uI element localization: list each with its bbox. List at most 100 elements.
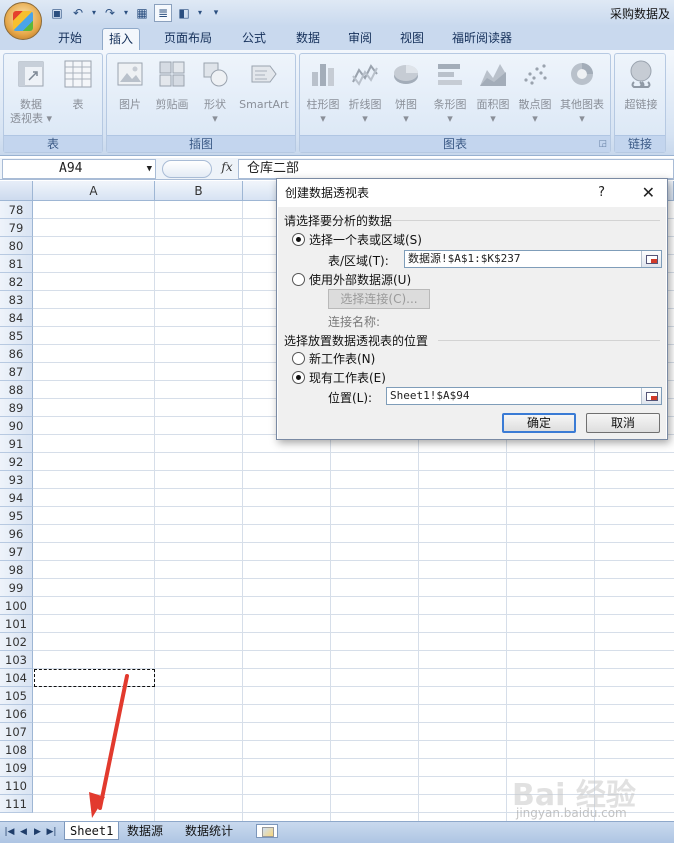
picture-button[interactable]: 图片 (111, 58, 149, 112)
radio-unchecked-icon[interactable] (292, 272, 305, 286)
last-sheet-icon[interactable]: ▶| (46, 825, 57, 839)
tab-formulas[interactable]: 公式 (236, 28, 272, 50)
tab-data[interactable]: 数据 (290, 28, 326, 50)
tab-insert[interactable]: 插入 (102, 28, 141, 50)
row-header[interactable]: 101 (0, 615, 33, 633)
close-icon[interactable]: ✕ (642, 179, 655, 207)
clipart-button[interactable]: 剪贴画 (149, 58, 195, 112)
row-header[interactable]: 102 (0, 633, 33, 651)
row-header[interactable]: 108 (0, 741, 33, 759)
tab-page-layout[interactable]: 页面布局 (158, 28, 218, 50)
align-icon[interactable]: ≣ (154, 4, 172, 22)
smartart-button[interactable]: SmartArt (235, 58, 293, 112)
row-header[interactable]: 100 (0, 597, 33, 615)
tab-home[interactable]: 开始 (52, 28, 88, 50)
row-header[interactable]: 90 (0, 417, 33, 435)
row-header[interactable]: 88 (0, 381, 33, 399)
row-header[interactable]: 83 (0, 291, 33, 309)
row-header[interactable]: 92 (0, 453, 33, 471)
row-header[interactable]: 98 (0, 561, 33, 579)
table-icon[interactable]: ▦ (133, 4, 151, 22)
tab-view[interactable]: 视图 (394, 28, 430, 50)
next-sheet-icon[interactable]: ▶ (32, 825, 43, 839)
row-header[interactable]: 109 (0, 759, 33, 777)
row-header[interactable]: 79 (0, 219, 33, 237)
row-header[interactable]: 84 (0, 309, 33, 327)
row-header[interactable]: 94 (0, 489, 33, 507)
collapse-dialog-icon[interactable] (641, 388, 661, 404)
chevron-down-icon[interactable]: ▼ (147, 160, 152, 178)
row-header[interactable]: 91 (0, 435, 33, 453)
formula-input[interactable]: 仓库二部 (238, 159, 674, 179)
select-all-corner[interactable] (0, 181, 33, 201)
row-header[interactable]: 111 (0, 795, 33, 813)
customize-qat-icon[interactable]: ▾ (207, 4, 225, 22)
row-header[interactable]: 87 (0, 363, 33, 381)
row-header[interactable]: 106 (0, 705, 33, 723)
area-chart-button[interactable]: 面积图 ▾ (472, 58, 514, 126)
sheet-tab-data-source[interactable]: 数据源 (122, 822, 168, 840)
office-button[interactable] (4, 2, 42, 40)
paste-icon[interactable]: ◧ (175, 4, 193, 22)
paste-dropdown-icon[interactable]: ▾ (196, 4, 204, 22)
row-header[interactable]: 86 (0, 345, 33, 363)
row-header[interactable]: 85 (0, 327, 33, 345)
row-header[interactable]: 96 (0, 525, 33, 543)
radio-existing-worksheet[interactable]: 现有工作表(E) (292, 369, 386, 385)
first-sheet-icon[interactable]: |◀ (4, 825, 15, 839)
sheet-tab-data-stats[interactable]: 数据统计 (180, 822, 238, 840)
undo-dropdown-icon[interactable]: ▾ (90, 4, 98, 22)
pie-chart-button[interactable]: 饼图 ▾ (386, 58, 426, 126)
row-header[interactable]: 80 (0, 237, 33, 255)
row-header[interactable]: 93 (0, 471, 33, 489)
name-box[interactable]: A94 ▼ (2, 159, 156, 179)
column-header-b[interactable]: B (155, 181, 243, 201)
formula-cancel-enter-buttons[interactable] (162, 160, 212, 178)
insert-function-icon[interactable]: fx (216, 160, 238, 178)
save-icon[interactable]: ▣ (48, 4, 66, 22)
collapse-dialog-icon[interactable] (641, 251, 661, 267)
shapes-button[interactable]: 形状 ▾ (197, 58, 233, 126)
row-header[interactable]: 89 (0, 399, 33, 417)
row-header[interactable]: 104 (0, 669, 33, 687)
radio-checked-icon[interactable] (292, 232, 305, 246)
line-chart-button[interactable]: 折线图 ▾ (344, 58, 386, 126)
row-header[interactable]: 110 (0, 777, 33, 795)
help-icon[interactable]: ? (598, 179, 605, 207)
row-header[interactable]: 107 (0, 723, 33, 741)
row-header[interactable]: 103 (0, 651, 33, 669)
radio-checked-icon[interactable] (292, 370, 305, 384)
row-header[interactable]: 99 (0, 579, 33, 597)
radio-external-source[interactable]: 使用外部数据源(U) (292, 271, 411, 287)
row-header[interactable]: 95 (0, 507, 33, 525)
redo-icon[interactable]: ↷ (101, 4, 119, 22)
charts-dialog-launcher-icon[interactable]: ◲ (598, 139, 607, 149)
radio-unchecked-icon[interactable] (292, 351, 305, 365)
insert-sheet-icon[interactable] (256, 824, 278, 838)
location-input[interactable]: Sheet1!$A$94 (386, 387, 662, 405)
row-header[interactable]: 105 (0, 687, 33, 705)
redo-dropdown-icon[interactable]: ▾ (122, 4, 130, 22)
tab-review[interactable]: 审阅 (342, 28, 378, 50)
other-charts-button[interactable]: 其他图表 ▾ (556, 58, 608, 126)
column-header-a[interactable]: A (33, 181, 155, 201)
tab-foxit-reader[interactable]: 福昕阅读器 (446, 28, 518, 50)
range-input[interactable]: 数据源!$A$1:$K$237 (404, 250, 662, 268)
pivot-table-button[interactable]: 数据 透视表 ▾ (8, 58, 54, 126)
row-header[interactable]: 81 (0, 255, 33, 273)
cancel-button[interactable]: 取消 (586, 413, 660, 433)
table-button[interactable]: 表 (56, 58, 100, 112)
sheet-tab-sheet1[interactable]: Sheet1 (64, 822, 120, 840)
radio-new-worksheet[interactable]: 新工作表(N) (292, 350, 375, 366)
radio-select-range[interactable]: 选择一个表或区域(S) (292, 231, 422, 247)
row-header[interactable]: 82 (0, 273, 33, 291)
bar-chart-button[interactable]: 条形图 ▾ (428, 58, 472, 126)
column-chart-button[interactable]: 柱形图 ▾ (302, 58, 344, 126)
undo-icon[interactable]: ↶ (69, 4, 87, 22)
row-header[interactable]: 78 (0, 201, 33, 219)
hyperlink-button[interactable]: 超链接 (617, 58, 665, 112)
row-header[interactable]: 97 (0, 543, 33, 561)
prev-sheet-icon[interactable]: ◀ (18, 825, 29, 839)
ok-button[interactable]: 确定 (502, 413, 576, 433)
scatter-chart-button[interactable]: 散点图 ▾ (514, 58, 556, 126)
